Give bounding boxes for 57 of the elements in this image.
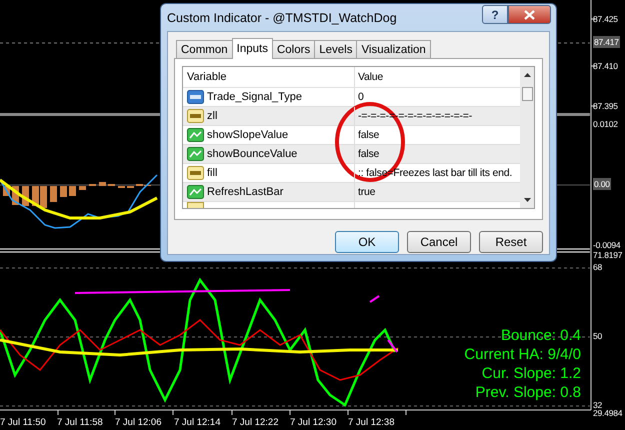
column-header: Value — [357, 70, 384, 85]
tab[interactable]: Levels — [314, 40, 358, 58]
scrollbar[interactable] — [520, 67, 534, 208]
time-label: 7 Jul 12:30 — [290, 417, 336, 429]
variable-name: Trade_Signal_Type — [207, 91, 302, 103]
info-text: Bounce: 0.4 — [500, 326, 581, 345]
info-text: Prev. Slope: 0.8 — [475, 383, 581, 402]
scale-label: 32 — [593, 399, 602, 410]
boolean-type-icon — [187, 147, 204, 161]
scale-label: 0.0102 — [593, 118, 618, 130]
table-cell-text: false — [357, 128, 380, 143]
scale-label: 50 — [593, 330, 602, 342]
dialog-button[interactable]: Reset — [479, 231, 543, 253]
time-label: 7 Jul 12:22 — [232, 417, 278, 429]
time-label: 7 Jul 12:14 — [174, 417, 220, 429]
string-type-icon — [187, 166, 204, 180]
price-label: 87.410 — [593, 60, 618, 72]
number-type-icon — [187, 90, 204, 104]
zero-label: 0.00 — [593, 178, 611, 190]
variable-name: fill — [207, 167, 218, 179]
variable-name: showBounceValue — [207, 148, 298, 160]
variable-name: RefreshLastBar — [207, 186, 284, 198]
close-icon — [524, 10, 535, 20]
time-label: 7 Jul 12:38 — [348, 417, 394, 429]
variable-name: showSlopeValue — [207, 129, 288, 141]
string-type-icon — [187, 109, 204, 123]
scale-label: -0.0094 — [593, 239, 620, 251]
window-title: Custom Indicator - @TMSTDI_WatchDog — [167, 10, 398, 24]
current-price-label: 87.417 — [593, 36, 620, 48]
table-cell-text: 0 — [357, 90, 365, 105]
info-text: Current HA: 9/4/0 — [464, 345, 581, 364]
table-cell-text: true — [357, 185, 376, 200]
boolean-type-icon — [187, 185, 204, 199]
scale-label: 68 — [593, 261, 602, 273]
time-label: 7 Jul 11:50 — [0, 417, 46, 429]
scroll-down-icon — [524, 198, 530, 202]
tab[interactable]: Colors — [272, 40, 316, 58]
column-header: Variable — [183, 67, 355, 87]
dialog-button[interactable]: OK — [335, 231, 399, 253]
close-button[interactable] — [508, 5, 551, 24]
dialog-button[interactable]: Cancel — [407, 231, 471, 253]
price-label: 87.395 — [593, 100, 618, 112]
price-label: 87.425 — [593, 13, 618, 25]
scale-label: 71.8197 — [593, 249, 622, 261]
time-label: 7 Jul 12:06 — [115, 417, 162, 429]
scroll-up-icon — [524, 73, 530, 77]
tab[interactable]: Visualization — [356, 40, 431, 58]
tab[interactable]: Common — [176, 40, 233, 58]
variable-name: zll — [207, 110, 218, 122]
tab[interactable]: Inputs — [232, 38, 273, 59]
boolean-type-icon — [187, 128, 204, 142]
table-cell-text: false — [357, 147, 380, 162]
scale-label: 29.4984 — [593, 408, 622, 419]
scroll-thumb[interactable] — [522, 86, 532, 100]
info-text: Cur. Slope: 1.2 — [482, 364, 581, 383]
help-button[interactable]: ? — [482, 5, 508, 24]
time-label: 7 Jul 11:58 — [57, 417, 103, 429]
